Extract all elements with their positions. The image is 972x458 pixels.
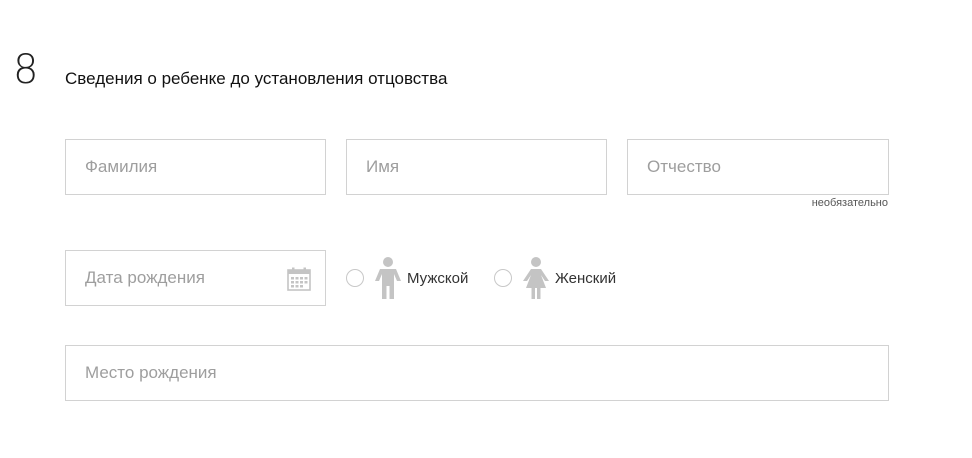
male-radio[interactable]	[346, 269, 364, 287]
birthdate-field-box	[65, 250, 326, 306]
female-person-icon	[523, 257, 549, 299]
patronymic-field-box	[627, 139, 889, 195]
female-radio[interactable]	[494, 269, 512, 287]
male-label: Мужской	[407, 269, 469, 287]
optional-note: необязательно	[811, 197, 888, 209]
surname-input[interactable]	[66, 140, 325, 194]
section-title: Сведения о ребенке до установления отцов…	[65, 69, 448, 88]
birthplace-input[interactable]	[66, 346, 888, 400]
name-field-box	[346, 139, 607, 195]
patronymic-input[interactable]	[628, 140, 888, 194]
gender-option-male[interactable]: Мужской	[346, 256, 468, 300]
calendar-icon[interactable]	[287, 267, 311, 291]
surname-field-box	[65, 139, 326, 195]
birthplace-field-box	[65, 345, 889, 401]
section-number: 8	[13, 47, 39, 93]
female-label: Женский	[555, 269, 617, 287]
gender-option-female[interactable]: Женский	[494, 256, 616, 300]
male-person-icon	[375, 257, 401, 299]
name-input[interactable]	[347, 140, 606, 194]
